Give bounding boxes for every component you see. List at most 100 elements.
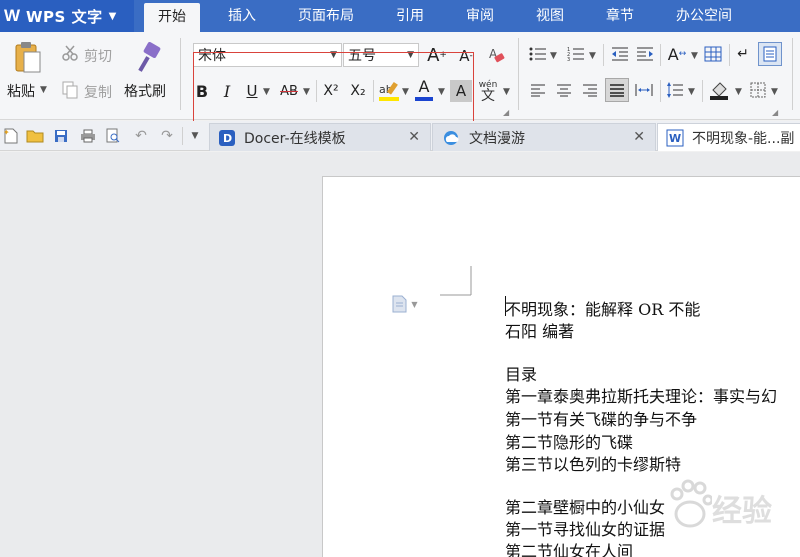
- tab-view[interactable]: 视图: [524, 0, 576, 32]
- doc-line[interactable]: 第一节有关飞碟的争与不争: [505, 406, 697, 430]
- phonetic-guide-button[interactable]: wén 文: [476, 76, 500, 106]
- strikethrough-dropdown-icon[interactable]: ▼: [303, 87, 310, 97]
- align-right-icon[interactable]: [580, 80, 600, 100]
- divider: [660, 80, 661, 102]
- shading-icon[interactable]: [707, 78, 731, 102]
- cut-button[interactable]: 剪切: [84, 46, 112, 66]
- print-icon[interactable]: [78, 127, 98, 145]
- svg-text:D: D: [223, 132, 232, 145]
- bullet-list-icon[interactable]: [528, 44, 548, 64]
- tab-docer[interactable]: D Docer-在线模板 ✕: [209, 123, 431, 151]
- tab-references[interactable]: 引用: [384, 0, 436, 32]
- doc-line[interactable]: 第二节隐形的飞碟: [505, 429, 633, 453]
- char-spacing-dropdown-icon[interactable]: ▼: [691, 51, 698, 61]
- copy-button[interactable]: 复制: [84, 82, 112, 102]
- char-shading-button[interactable]: A: [450, 80, 472, 102]
- borders-dropdown-icon[interactable]: ▼: [771, 87, 778, 97]
- divider: [180, 38, 181, 110]
- close-icon[interactable]: ✕: [408, 129, 420, 145]
- underline-button[interactable]: U: [243, 79, 261, 103]
- tab-current-document[interactable]: W 不明现象-能...副: [657, 123, 800, 151]
- tab-page-layout[interactable]: 页面布局: [286, 0, 366, 32]
- undo-icon[interactable]: ↶: [132, 127, 150, 145]
- distribute-icon[interactable]: [634, 80, 654, 100]
- paste-label[interactable]: 粘贴: [7, 81, 35, 101]
- copy-icon[interactable]: [60, 80, 80, 100]
- divider: [373, 80, 374, 102]
- paste-dropdown-icon[interactable]: ▼: [40, 85, 47, 95]
- cut-icon[interactable]: [60, 44, 80, 62]
- borders-icon[interactable]: [748, 80, 768, 100]
- doc-line[interactable]: 第一章泰奥弗拉斯托夫理论：事实与幻: [505, 383, 777, 407]
- paragraph-mark-icon[interactable]: ↵: [734, 44, 752, 64]
- align-left-icon[interactable]: [528, 80, 548, 100]
- doc-line[interactable]: 第三节以色列的卡缪斯特: [505, 451, 681, 475]
- highlight-dropdown-icon[interactable]: ▼: [402, 87, 409, 97]
- paragraph-handle-icon[interactable]: ▼: [388, 294, 422, 314]
- format-painter-icon[interactable]: [134, 40, 164, 76]
- tab-home[interactable]: 开始: [144, 3, 200, 32]
- docer-icon: D: [219, 129, 235, 146]
- bold-button[interactable]: B: [193, 79, 211, 103]
- justify-icon[interactable]: [605, 78, 629, 102]
- doc-line[interactable]: 不明现象：能解释 OR 不能: [505, 296, 700, 320]
- shrink-font-icon: A: [459, 47, 470, 65]
- highlight-button[interactable]: ab: [377, 79, 401, 103]
- tab-insert[interactable]: 插入: [214, 0, 270, 32]
- align-center-icon[interactable]: [554, 80, 574, 100]
- tab-review[interactable]: 审阅: [454, 0, 506, 32]
- grow-font-button[interactable]: A +: [426, 42, 448, 68]
- doc-line[interactable]: 石阳 编著: [505, 318, 574, 342]
- show-layout-icon[interactable]: [758, 42, 782, 66]
- numbered-list-icon[interactable]: 123: [566, 44, 586, 64]
- close-icon[interactable]: ✕: [633, 129, 645, 145]
- font-dialog-launcher-icon[interactable]: ◢: [503, 108, 509, 117]
- bullet-dropdown-icon[interactable]: ▼: [550, 51, 557, 61]
- paste-button[interactable]: [10, 40, 46, 76]
- paragraph-dialog-launcher-icon[interactable]: ◢: [772, 108, 778, 117]
- tab-label: 文档漫游: [469, 130, 525, 147]
- clear-format-button[interactable]: A: [486, 44, 508, 66]
- shrink-font-button[interactable]: A-: [456, 44, 476, 68]
- divider: [792, 38, 793, 110]
- font-name-combo[interactable]: 宋体 ▼: [193, 43, 342, 67]
- underline-dropdown-icon[interactable]: ▼: [263, 87, 270, 97]
- watermark: 经验: [668, 470, 798, 540]
- table-icon[interactable]: [703, 44, 723, 64]
- chevron-down-icon[interactable]: ▼: [407, 50, 414, 60]
- font-color-dropdown-icon[interactable]: ▼: [438, 87, 445, 97]
- customize-toolbar-icon[interactable]: ▼: [188, 127, 202, 145]
- doc-line[interactable]: 第二节仙女在人间: [505, 538, 633, 557]
- doc-line[interactable]: 第一节寻找仙女的证据: [505, 516, 665, 540]
- line-spacing-dropdown-icon[interactable]: ▼: [688, 87, 695, 97]
- format-painter-button[interactable]: 格式刷: [124, 81, 166, 101]
- doc-line[interactable]: 第二章壁橱中的小仙女: [505, 494, 665, 518]
- font-size-combo[interactable]: 五号 ▼: [343, 43, 419, 67]
- numbered-dropdown-icon[interactable]: ▼: [589, 51, 596, 61]
- redo-icon[interactable]: ↷: [158, 127, 176, 145]
- strikethrough-button[interactable]: AB: [276, 79, 302, 103]
- tab-office-space[interactable]: 办公空间: [664, 0, 744, 32]
- italic-button[interactable]: I: [218, 79, 236, 103]
- decrease-indent-icon[interactable]: [610, 44, 630, 64]
- char-spacing-icon[interactable]: A ↔: [665, 42, 689, 66]
- phonetic-dropdown-icon[interactable]: ▼: [503, 87, 510, 97]
- chevron-down-icon[interactable]: ▼: [330, 50, 337, 60]
- shading-dropdown-icon[interactable]: ▼: [735, 87, 742, 97]
- tab-doc-roaming[interactable]: 文档漫游 ✕: [432, 123, 656, 151]
- app-menu-button[interactable]: W WPS 文字 ▼: [0, 0, 134, 32]
- menu-bar: W WPS 文字 ▼ 开始 插入 页面布局 引用 审阅 视图 章节 办公空间: [0, 0, 800, 32]
- doc-line[interactable]: 目录: [505, 361, 537, 385]
- open-folder-icon[interactable]: [26, 127, 44, 145]
- superscript-button[interactable]: X²: [321, 79, 341, 103]
- subscript-button[interactable]: X₂: [347, 79, 369, 103]
- tab-chapter[interactable]: 章节: [594, 0, 646, 32]
- font-color-button[interactable]: A: [413, 77, 435, 103]
- line-spacing-icon[interactable]: [665, 80, 685, 100]
- increase-indent-icon[interactable]: [635, 44, 655, 64]
- phonetic-char: 文: [481, 88, 495, 104]
- svg-text:W: W: [669, 132, 681, 145]
- new-doc-icon[interactable]: ✦: [2, 127, 20, 145]
- print-preview-icon[interactable]: [104, 127, 122, 145]
- save-icon[interactable]: [52, 127, 70, 145]
